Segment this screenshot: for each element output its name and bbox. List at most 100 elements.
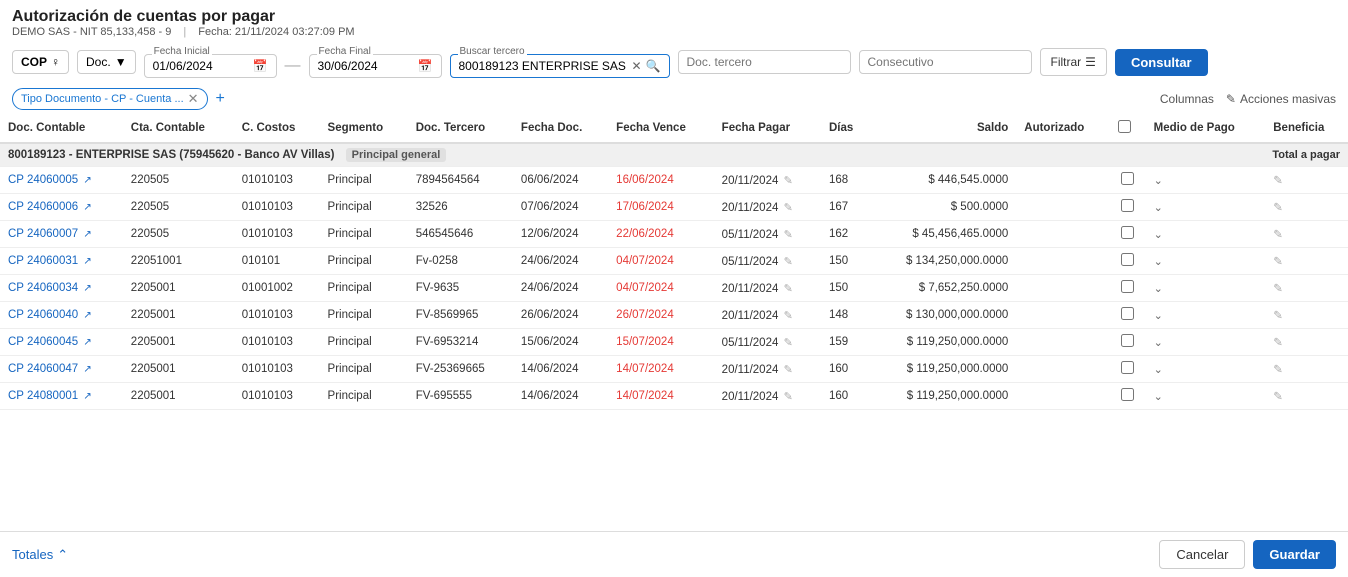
- medio-pago-dropdown-icon[interactable]: ⌄: [1154, 256, 1163, 268]
- search-icon[interactable]: 🔍: [646, 59, 661, 73]
- clear-icon[interactable]: ✕: [631, 59, 641, 73]
- edit-fecha-pagar-icon[interactable]: ✎: [784, 283, 793, 295]
- beneficia-edit-icon[interactable]: ✎: [1273, 310, 1283, 322]
- row-checkbox[interactable]: [1121, 334, 1134, 347]
- beneficia-edit-icon[interactable]: ✎: [1273, 391, 1283, 403]
- edit-fecha-pagar-icon[interactable]: ✎: [784, 202, 793, 214]
- filtrar-button[interactable]: Filtrar ☰: [1040, 48, 1107, 76]
- cell-beneficia[interactable]: ✎: [1265, 167, 1348, 194]
- cell-beneficia[interactable]: ✎: [1265, 275, 1348, 302]
- beneficia-edit-icon[interactable]: ✎: [1273, 256, 1283, 268]
- cell-checkbox[interactable]: [1110, 356, 1146, 383]
- cell-medio-pago[interactable]: ⌄: [1146, 221, 1266, 248]
- cell-beneficia[interactable]: ✎: [1265, 248, 1348, 275]
- external-link-icon[interactable]: ↗: [83, 229, 91, 240]
- doc-contable-link[interactable]: CP 24060045: [8, 336, 78, 348]
- row-checkbox[interactable]: [1121, 199, 1134, 212]
- guardar-button[interactable]: Guardar: [1253, 540, 1336, 569]
- fecha-inicial-input[interactable]: [153, 59, 253, 73]
- external-link-icon[interactable]: ↗: [83, 310, 91, 321]
- medio-pago-dropdown-icon[interactable]: ⌄: [1154, 175, 1163, 187]
- external-link-icon[interactable]: ↗: [83, 337, 91, 348]
- calendar-icon[interactable]: 📅: [418, 59, 433, 73]
- medio-pago-dropdown-icon[interactable]: ⌄: [1154, 283, 1163, 295]
- external-link-icon[interactable]: ↗: [83, 283, 91, 294]
- row-checkbox[interactable]: [1121, 307, 1134, 320]
- doc-contable-link[interactable]: CP 24060040: [8, 309, 78, 321]
- cell-checkbox[interactable]: [1110, 275, 1146, 302]
- edit-fecha-pagar-icon[interactable]: ✎: [784, 391, 793, 403]
- doc-contable-link[interactable]: CP 24060031: [8, 255, 78, 267]
- row-checkbox[interactable]: [1121, 172, 1134, 185]
- columns-button[interactable]: Columnas: [1160, 92, 1214, 106]
- external-link-icon[interactable]: ↗: [83, 256, 91, 267]
- doc-contable-link[interactable]: CP 24060005: [8, 174, 78, 186]
- calendar-icon[interactable]: 📅: [253, 59, 268, 73]
- medio-pago-dropdown-icon[interactable]: ⌄: [1154, 391, 1163, 403]
- medio-pago-dropdown-icon[interactable]: ⌄: [1154, 202, 1163, 214]
- medio-pago-dropdown-icon[interactable]: ⌄: [1154, 364, 1163, 376]
- cell-medio-pago[interactable]: ⌄: [1146, 383, 1266, 410]
- buscar-tercero-input[interactable]: [459, 59, 632, 73]
- cell-checkbox[interactable]: [1110, 329, 1146, 356]
- doc-tercero-input[interactable]: [687, 55, 842, 69]
- totales-button[interactable]: Totales ⌃: [12, 547, 68, 563]
- edit-fecha-pagar-icon[interactable]: ✎: [784, 337, 793, 349]
- cell-medio-pago[interactable]: ⌄: [1146, 194, 1266, 221]
- medio-pago-dropdown-icon[interactable]: ⌄: [1154, 229, 1163, 241]
- consultar-button[interactable]: Consultar: [1115, 49, 1208, 76]
- doc-contable-link[interactable]: CP 24060047: [8, 363, 78, 375]
- external-link-icon[interactable]: ↗: [83, 202, 91, 213]
- beneficia-edit-icon[interactable]: ✎: [1273, 283, 1283, 295]
- table-container[interactable]: Doc. Contable Cta. Contable C. Costos Se…: [0, 114, 1348, 410]
- cell-checkbox[interactable]: [1110, 221, 1146, 248]
- cell-checkbox[interactable]: [1110, 167, 1146, 194]
- edit-fecha-pagar-icon[interactable]: ✎: [784, 175, 793, 187]
- beneficia-edit-icon[interactable]: ✎: [1273, 337, 1283, 349]
- cell-medio-pago[interactable]: ⌄: [1146, 248, 1266, 275]
- edit-fecha-pagar-icon[interactable]: ✎: [784, 229, 793, 241]
- beneficia-edit-icon[interactable]: ✎: [1273, 229, 1283, 241]
- row-checkbox[interactable]: [1121, 361, 1134, 374]
- medio-pago-dropdown-icon[interactable]: ⌄: [1154, 310, 1163, 322]
- cell-beneficia[interactable]: ✎: [1265, 383, 1348, 410]
- cell-checkbox[interactable]: [1110, 194, 1146, 221]
- cell-beneficia[interactable]: ✎: [1265, 194, 1348, 221]
- cell-beneficia[interactable]: ✎: [1265, 221, 1348, 248]
- doc-contable-link[interactable]: CP 24080001: [8, 390, 78, 402]
- row-checkbox[interactable]: [1121, 226, 1134, 239]
- doc-contable-link[interactable]: CP 24060007: [8, 228, 78, 240]
- edit-fecha-pagar-icon[interactable]: ✎: [784, 256, 793, 268]
- select-all-checkbox[interactable]: [1118, 120, 1131, 133]
- col-checkbox-all[interactable]: [1110, 114, 1146, 143]
- cell-medio-pago[interactable]: ⌄: [1146, 329, 1266, 356]
- consecutivo-input[interactable]: [868, 55, 1023, 69]
- edit-fecha-pagar-icon[interactable]: ✎: [784, 310, 793, 322]
- cell-beneficia[interactable]: ✎: [1265, 329, 1348, 356]
- acciones-masivas-button[interactable]: ✎ Acciones masivas: [1226, 92, 1336, 106]
- beneficia-edit-icon[interactable]: ✎: [1273, 175, 1283, 187]
- row-checkbox[interactable]: [1121, 388, 1134, 401]
- beneficia-edit-icon[interactable]: ✎: [1273, 364, 1283, 376]
- cell-beneficia[interactable]: ✎: [1265, 302, 1348, 329]
- cell-checkbox[interactable]: [1110, 383, 1146, 410]
- medio-pago-dropdown-icon[interactable]: ⌄: [1154, 337, 1163, 349]
- row-checkbox[interactable]: [1121, 280, 1134, 293]
- external-link-icon[interactable]: ↗: [83, 391, 91, 402]
- cell-medio-pago[interactable]: ⌄: [1146, 275, 1266, 302]
- cell-medio-pago[interactable]: ⌄: [1146, 356, 1266, 383]
- add-filter-button[interactable]: +: [216, 90, 225, 108]
- cell-medio-pago[interactable]: ⌄: [1146, 302, 1266, 329]
- doc-button[interactable]: Doc. ▼: [77, 50, 136, 74]
- cell-checkbox[interactable]: [1110, 302, 1146, 329]
- beneficia-edit-icon[interactable]: ✎: [1273, 202, 1283, 214]
- remove-filter-icon[interactable]: ✕: [188, 91, 199, 107]
- doc-contable-link[interactable]: CP 24060006: [8, 201, 78, 213]
- row-checkbox[interactable]: [1121, 253, 1134, 266]
- fecha-final-input[interactable]: [318, 59, 418, 73]
- currency-button[interactable]: COP ♀: [12, 50, 69, 74]
- cancel-button[interactable]: Cancelar: [1159, 540, 1245, 569]
- cell-medio-pago[interactable]: ⌄: [1146, 167, 1266, 194]
- external-link-icon[interactable]: ↗: [83, 175, 91, 186]
- cell-checkbox[interactable]: [1110, 248, 1146, 275]
